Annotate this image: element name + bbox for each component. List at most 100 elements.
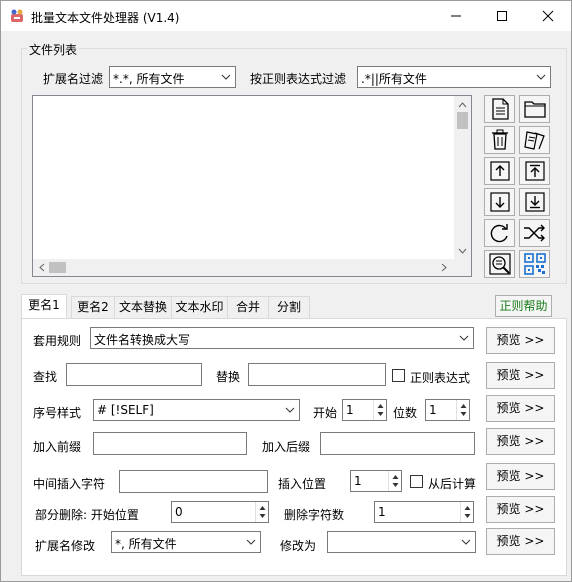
clear-files-icon	[523, 131, 545, 150]
spinner-arrows-icon[interactable]	[256, 502, 269, 522]
window-title: 批量文本文件处理器 (V1.4)	[31, 11, 180, 25]
preview-button-prefix[interactable]: 预览 >>	[486, 428, 555, 455]
search-file-icon	[488, 253, 511, 275]
scroll-up-icon[interactable]	[454, 98, 471, 112]
insert-pos-value: 1	[354, 474, 362, 488]
move-bottom-button[interactable]	[519, 188, 550, 216]
extmod-combo[interactable]: *, 所有文件	[111, 531, 261, 553]
start-value: 1	[346, 403, 354, 417]
arrow-down-icon	[489, 192, 510, 212]
from-end-label: 从后计算	[428, 477, 477, 491]
spinner-arrows-icon[interactable]	[389, 471, 402, 491]
scroll-right-icon[interactable]	[437, 259, 451, 276]
start-label: 开始	[313, 406, 338, 420]
refresh-button[interactable]	[484, 219, 515, 247]
modto-label: 修改为	[280, 539, 317, 553]
find-label: 查找	[33, 370, 58, 384]
add-file-button[interactable]	[484, 95, 515, 123]
rule-value: 文件名转换成大写	[94, 333, 191, 347]
replace-input[interactable]	[248, 363, 386, 386]
trash-icon	[491, 129, 508, 150]
arrow-top-icon	[524, 161, 545, 181]
preview-button-rule[interactable]: 预览 >>	[486, 327, 555, 354]
preview-button-seq[interactable]: 预览 >>	[486, 395, 555, 422]
preview-button-extmod[interactable]: 预览 >>	[486, 528, 555, 555]
regex-help-button[interactable]: 正则帮助	[495, 295, 552, 317]
move-down-button[interactable]	[484, 188, 515, 216]
vertical-scrollbar[interactable]	[454, 96, 471, 260]
close-icon	[542, 10, 554, 22]
start-spinner[interactable]: 1	[342, 399, 387, 421]
delete-button[interactable]	[484, 126, 515, 154]
partdel-start-value: 0	[175, 505, 183, 519]
minimize-button[interactable]	[433, 1, 479, 31]
preview-button-insert[interactable]: 预览 >>	[486, 463, 555, 490]
tab-text-replace[interactable]: 文本替换	[114, 296, 172, 318]
rule-combo[interactable]: 文件名转换成大写	[90, 327, 474, 349]
ext-filter-combo[interactable]: *.*, 所有文件	[109, 66, 236, 88]
seq-value: # [!SELF]	[97, 403, 154, 417]
delcount-spinner[interactable]: 1	[374, 501, 474, 523]
delcount-value: 1	[378, 505, 386, 519]
preview-file-button[interactable]	[484, 250, 515, 278]
chevron-down-icon	[285, 407, 295, 413]
tab-rename2[interactable]: 更名2	[71, 296, 115, 318]
tab-text-watermark[interactable]: 文本水印	[171, 296, 228, 318]
delcount-label: 删除字符数	[284, 508, 345, 522]
close-button[interactable]	[525, 1, 571, 31]
spinner-arrows-icon[interactable]	[461, 502, 474, 522]
tab-rename1[interactable]: 更名1	[21, 294, 67, 319]
horizontal-scrollbar[interactable]	[33, 259, 471, 276]
clear-list-button[interactable]	[519, 126, 550, 154]
chevron-down-icon	[461, 539, 471, 545]
chevron-down-icon	[221, 74, 231, 80]
regex-checkbox[interactable]	[392, 369, 405, 382]
file-list-group-label: 文件列表	[27, 41, 80, 58]
digits-spinner[interactable]: 1	[425, 399, 470, 421]
seq-combo[interactable]: # [!SELF]	[93, 399, 300, 421]
regex-filter-value: .*||所有文件	[361, 72, 427, 86]
insert-pos-spinner[interactable]: 1	[350, 470, 402, 492]
regex-checkbox-label: 正则表达式	[410, 371, 471, 385]
maximize-icon	[497, 11, 507, 21]
insert-pos-label: 插入位置	[278, 477, 327, 491]
vertical-scroll-thumb[interactable]	[457, 112, 468, 129]
insert-input[interactable]	[119, 470, 268, 493]
regex-filter-label: 按正则表达式过滤	[250, 72, 347, 86]
preview-button-partdel[interactable]: 预览 >>	[486, 496, 555, 523]
find-input[interactable]	[66, 363, 202, 386]
tab-split[interactable]: 分割	[268, 296, 310, 318]
scroll-down-icon[interactable]	[454, 244, 471, 258]
spinner-arrows-icon[interactable]	[457, 400, 470, 420]
extmod-value: *, 所有文件	[115, 537, 177, 551]
replace-label: 替换	[216, 370, 241, 384]
partdel-start-spinner[interactable]: 0	[171, 501, 269, 523]
ext-filter-value: *.*, 所有文件	[113, 72, 185, 86]
shuffle-button[interactable]	[519, 219, 550, 247]
chevron-down-icon	[246, 539, 256, 545]
spinner-arrows-icon[interactable]	[374, 400, 387, 420]
file-icon	[491, 98, 509, 120]
app-icon	[11, 9, 23, 22]
qrcode-button[interactable]	[519, 250, 550, 278]
regex-filter-combo[interactable]: .*||所有文件	[357, 66, 551, 88]
prefix-input[interactable]	[93, 432, 247, 455]
preview-button-find[interactable]: 预览 >>	[486, 362, 555, 389]
arrow-bottom-icon	[524, 192, 545, 212]
qrcode-icon	[523, 253, 546, 275]
tab-merge[interactable]: 合并	[227, 296, 269, 318]
move-up-button[interactable]	[484, 157, 515, 185]
folder-icon	[523, 101, 546, 118]
add-folder-button[interactable]	[519, 95, 550, 123]
maximize-button[interactable]	[479, 1, 525, 31]
modto-combo[interactable]	[327, 531, 476, 553]
extmod-label: 扩展名修改	[35, 539, 96, 553]
scroll-left-icon[interactable]	[35, 259, 49, 276]
from-end-checkbox[interactable]	[410, 475, 423, 488]
suffix-input[interactable]	[320, 432, 475, 455]
move-top-button[interactable]	[519, 157, 550, 185]
file-listbox[interactable]	[32, 95, 472, 277]
minimize-icon	[451, 15, 461, 17]
partdel-label: 部分删除: 开始位置	[35, 508, 139, 522]
horizontal-scroll-thumb[interactable]	[49, 262, 66, 273]
